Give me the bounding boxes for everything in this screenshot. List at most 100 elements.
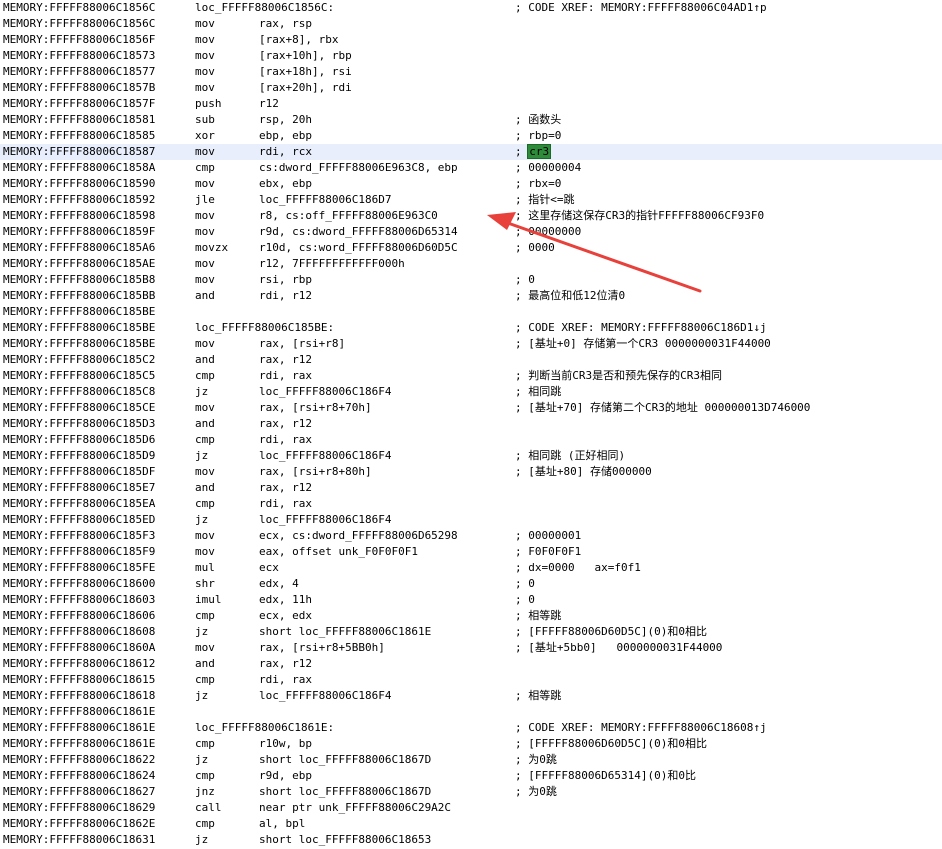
address[interactable]: MEMORY:FFFFF88006C18590 — [3, 176, 155, 192]
address[interactable]: MEMORY:FFFFF88006C185FE — [3, 560, 155, 576]
operands[interactable]: rdi, rax — [259, 368, 312, 384]
address[interactable]: MEMORY:FFFFF88006C1856F — [3, 32, 155, 48]
comment[interactable]: ; 相等跳 — [515, 608, 561, 624]
address[interactable]: MEMORY:FFFFF88006C18631 — [3, 832, 155, 848]
address[interactable]: MEMORY:FFFFF88006C185B8 — [3, 272, 155, 288]
listing-row[interactable]: MEMORY:FFFFF88006C185C2 and rax, r12 — [0, 352, 942, 368]
listing-row[interactable]: MEMORY:FFFFF88006C18629 call near ptr unk_… — [0, 800, 942, 816]
address[interactable]: MEMORY:FFFFF88006C18603 — [3, 592, 155, 608]
operands[interactable]: rax, r12 — [259, 416, 312, 432]
mnemonic[interactable]: xor — [195, 128, 215, 144]
address[interactable]: MEMORY:FFFFF88006C185C8 — [3, 384, 155, 400]
mnemonic[interactable]: cmp — [195, 496, 215, 512]
listing-row[interactable]: MEMORY:FFFFF88006C185CE mov rax, [rsi+r8+7… — [0, 400, 942, 416]
listing-row[interactable]: MEMORY:FFFFF88006C1861E cmp r10w, bp ; [FFF… — [0, 736, 942, 752]
listing-row[interactable]: MEMORY:FFFFF88006C185D6 cmp rdi, rax — [0, 432, 942, 448]
comment[interactable]: ; 0 — [515, 592, 535, 608]
code-label[interactable]: loc_FFFFF88006C185BE: — [195, 320, 334, 336]
comment[interactable]: ; CODE XREF: MEMORY:FFFFF88006C04AD1↑p — [515, 0, 767, 16]
listing-row[interactable]: MEMORY:FFFFF88006C18585 xor ebp, ebp ; rbp=… — [0, 128, 942, 144]
address[interactable]: MEMORY:FFFFF88006C185AE — [3, 256, 155, 272]
address[interactable]: MEMORY:FFFFF88006C18612 — [3, 656, 155, 672]
mnemonic[interactable]: mov — [195, 48, 215, 64]
mnemonic[interactable]: call — [195, 800, 222, 816]
mnemonic[interactable]: mov — [195, 256, 215, 272]
address[interactable]: MEMORY:FFFFF88006C185D9 — [3, 448, 155, 464]
comment[interactable]: ; rbp=0 — [515, 128, 561, 144]
address[interactable]: MEMORY:FFFFF88006C1860A — [3, 640, 155, 656]
comment[interactable]: ; 这里存储这保存CR3的指针FFFFF88006CF93F0 — [515, 208, 764, 224]
address[interactable]: MEMORY:FFFFF88006C18606 — [3, 608, 155, 624]
operands[interactable]: rdi, rax — [259, 496, 312, 512]
mnemonic[interactable]: mov — [195, 400, 215, 416]
address[interactable]: MEMORY:FFFFF88006C1857B — [3, 80, 155, 96]
listing-row[interactable]: MEMORY:FFFFF88006C18590 mov ebx, ebp ; rbx=… — [0, 176, 942, 192]
operands[interactable]: rdi, rcx — [259, 144, 312, 160]
mnemonic[interactable]: and — [195, 352, 215, 368]
disassembly-listing[interactable]: MEMORY:FFFFF88006C1856C loc_FFFFF88006C18… — [0, 0, 942, 848]
operands[interactable]: r10w, bp — [259, 736, 312, 752]
address[interactable]: MEMORY:FFFFF88006C185BB — [3, 288, 155, 304]
comment[interactable]: ; rbx=0 — [515, 176, 561, 192]
mnemonic[interactable]: jnz — [195, 784, 215, 800]
listing-row[interactable]: MEMORY:FFFFF88006C185F9 mov eax, offset un… — [0, 544, 942, 560]
address[interactable]: MEMORY:FFFFF88006C185F9 — [3, 544, 155, 560]
operands[interactable]: ecx — [259, 560, 279, 576]
address[interactable]: MEMORY:FFFFF88006C18629 — [3, 800, 155, 816]
mnemonic[interactable]: cmp — [195, 768, 215, 784]
address[interactable]: MEMORY:FFFFF88006C1861E — [3, 704, 155, 720]
comment[interactable]: ; [FFFFF88006D60D5C](0)和0相比 — [515, 736, 707, 752]
operands[interactable]: rax, r12 — [259, 480, 312, 496]
operands[interactable]: ecx, edx — [259, 608, 312, 624]
operands[interactable]: ebp, ebp — [259, 128, 312, 144]
operands[interactable]: r12 — [259, 96, 279, 112]
comment[interactable]: ; [FFFFF88006D60D5C](0)和0相比 — [515, 624, 707, 640]
listing-row[interactable]: MEMORY:FFFFF88006C185F3 mov ecx, cs:dword_… — [0, 528, 942, 544]
listing-row[interactable]: MEMORY:FFFFF88006C18600 shr edx, 4 ; 0 — [0, 576, 942, 592]
operands[interactable]: r12, 7FFFFFFFFFFFF000h — [259, 256, 405, 272]
operands[interactable]: loc_FFFFF88006C186F4 — [259, 688, 391, 704]
mnemonic[interactable]: jz — [195, 448, 208, 464]
comment[interactable]: ; 0 — [515, 272, 535, 288]
mnemonic[interactable]: jz — [195, 752, 208, 768]
operands[interactable]: rdi, rax — [259, 672, 312, 688]
listing-row[interactable]: MEMORY:FFFFF88006C185EA cmp rdi, rax — [0, 496, 942, 512]
address[interactable]: MEMORY:FFFFF88006C185EA — [3, 496, 155, 512]
mnemonic[interactable]: and — [195, 288, 215, 304]
mnemonic[interactable]: cmp — [195, 672, 215, 688]
listing-row[interactable]: MEMORY:FFFFF88006C18577 mov [rax+18h], rsi — [0, 64, 942, 80]
comment[interactable]: ; 00000004 — [515, 160, 581, 176]
operands[interactable]: rdi, rax — [259, 432, 312, 448]
address[interactable]: MEMORY:FFFFF88006C1858A — [3, 160, 155, 176]
comment[interactable]: ; 最高位和低12位清0 — [515, 288, 625, 304]
operands[interactable]: eax, offset unk_F0F0F0F1 — [259, 544, 418, 560]
operands[interactable]: r9d, cs:dword_FFFFF88006D65314 — [259, 224, 458, 240]
address[interactable]: MEMORY:FFFFF88006C18608 — [3, 624, 155, 640]
operands[interactable]: rax, rsp — [259, 16, 312, 32]
listing-row[interactable]: MEMORY:FFFFF88006C1856C loc_FFFFF88006C18… — [0, 0, 942, 16]
comment[interactable]: ; dx=0000 ax=f0f1 — [515, 560, 641, 576]
operands[interactable]: edx, 4 — [259, 576, 299, 592]
listing-row[interactable]: MEMORY:FFFFF88006C18627 jnz short loc_FFFF… — [0, 784, 942, 800]
address[interactable]: MEMORY:FFFFF88006C18587 — [3, 144, 155, 160]
address[interactable]: MEMORY:FFFFF88006C1862E — [3, 816, 155, 832]
operands[interactable]: ebx, ebp — [259, 176, 312, 192]
operands[interactable]: [rax+20h], rdi — [259, 80, 352, 96]
mnemonic[interactable]: mov — [195, 176, 215, 192]
listing-row[interactable]: MEMORY:FFFFF88006C18624 cmp r9d, ebp ; [FFF… — [0, 768, 942, 784]
operands[interactable]: short loc_FFFFF88006C1867D — [259, 752, 431, 768]
operands[interactable]: al, bpl — [259, 816, 305, 832]
listing-row[interactable]: MEMORY:FFFFF88006C185A6 movzx r10d, cs:wor… — [0, 240, 942, 256]
mnemonic[interactable]: mov — [195, 336, 215, 352]
comment[interactable]: ; 相等跳 — [515, 688, 561, 704]
comment[interactable]: ; CODE XREF: MEMORY:FFFFF88006C18608↑j — [515, 720, 767, 736]
address[interactable]: MEMORY:FFFFF88006C1857F — [3, 96, 155, 112]
listing-row[interactable]: MEMORY:FFFFF88006C18592 jle loc_FFFFF88006… — [0, 192, 942, 208]
mnemonic[interactable]: and — [195, 480, 215, 496]
operands[interactable]: r10d, cs:word_FFFFF88006D60D5C — [259, 240, 458, 256]
listing-row[interactable]: MEMORY:FFFFF88006C185BB and rdi, r12 ; 最高位和… — [0, 288, 942, 304]
listing-row[interactable]: MEMORY:FFFFF88006C18631 jz short loc_FFFFF… — [0, 832, 942, 848]
operands[interactable]: r8, cs:off_FFFFF88006E963C0 — [259, 208, 438, 224]
operands[interactable]: rax, [rsi+r8+5BB0h] — [259, 640, 385, 656]
operands[interactable]: [rax+18h], rsi — [259, 64, 352, 80]
